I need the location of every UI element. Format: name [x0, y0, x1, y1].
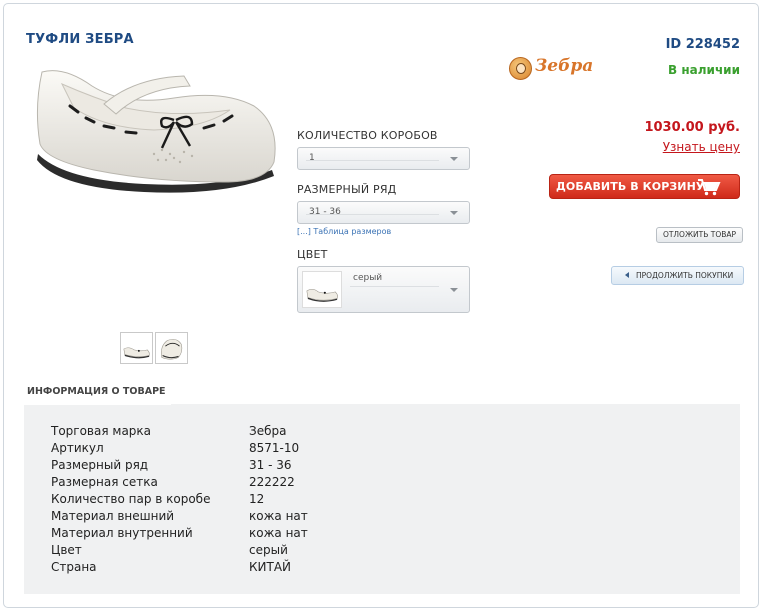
- info-row: Количество пар в коробе 12: [51, 490, 308, 507]
- defer-product-button[interactable]: ОТЛОЖИТЬ ТОВАР: [656, 227, 743, 243]
- product-info-table: Торговая марка Зебра Артикул 8571-10 Размерн…: [51, 422, 308, 575]
- continue-shopping-button[interactable]: ПРОДОЛЖИТЬ ПОКУПКИ: [611, 266, 744, 285]
- size-range-value: 31 - 36: [309, 207, 341, 217]
- availability-status: В наличии: [668, 63, 740, 77]
- boxes-label: КОЛИЧЕСТВО КОРОБОВ: [297, 129, 438, 142]
- chevron-down-icon: [450, 157, 458, 161]
- color-value: серый: [353, 273, 383, 283]
- tab-product-info[interactable]: ИНФОРМАЦИЯ О ТОВАРЕ: [24, 381, 171, 405]
- info-row-key: Материал внутренний: [51, 525, 193, 540]
- thumbnail-1[interactable]: [120, 332, 153, 364]
- left-triangle-icon: [625, 272, 629, 278]
- shoe-side-thumbnail-icon: [123, 347, 150, 359]
- ask-price-link[interactable]: Узнать цену: [663, 140, 740, 154]
- info-row-value: 12: [249, 491, 265, 506]
- info-row: Страна КИТАЙ: [51, 558, 308, 575]
- product-info-panel: Торговая марка Зебра Артикул 8571-10 Размерн…: [24, 404, 740, 594]
- info-row-value: 8571-10: [249, 440, 300, 455]
- info-row-key: Артикул: [51, 440, 104, 455]
- info-row: Цвет серый: [51, 541, 308, 558]
- info-row-value: Зебра: [249, 423, 287, 438]
- color-label: ЦВЕТ: [297, 248, 328, 261]
- info-row-value: кожа нат: [249, 525, 308, 540]
- brand-logo-text: Зебра: [535, 56, 594, 76]
- shoe-top-thumbnail-icon: [161, 338, 183, 360]
- info-row-key: Материал внешний: [51, 508, 175, 523]
- continue-shopping-label: ПРОДОЛЖИТЬ ПОКУПКИ: [636, 271, 734, 280]
- info-row-key: Размерная сетка: [51, 474, 158, 489]
- info-row: Материал внутренний кожа нат: [51, 524, 308, 541]
- product-price: 1030.00 руб.: [644, 120, 740, 135]
- color-select[interactable]: серый: [297, 266, 470, 313]
- add-to-cart-label: ДОБАВИТЬ В КОРЗИНУ: [556, 180, 705, 193]
- info-row-value: серый: [249, 542, 288, 557]
- shopping-cart-icon: [698, 179, 721, 196]
- info-row-key: Торговая марка: [51, 423, 152, 438]
- info-row-value: 31 - 36: [249, 457, 292, 472]
- product-main-image[interactable]: [34, 58, 284, 193]
- product-id: ID 228452: [665, 37, 740, 52]
- size-range-label: РАЗМЕРНЫЙ РЯД: [297, 183, 397, 196]
- info-row: Размерная сетка 222222: [51, 473, 308, 490]
- color-swatch-image: [302, 271, 342, 308]
- boxes-select[interactable]: 1: [297, 147, 470, 170]
- info-row-key: Количество пар в коробе: [51, 491, 211, 506]
- info-row-value: КИТАЙ: [249, 559, 292, 574]
- brand-logo[interactable]: Зебра: [509, 55, 593, 82]
- info-row-value: 222222: [249, 474, 295, 489]
- brand-mascot-icon: [509, 57, 532, 80]
- chevron-down-icon: [450, 211, 458, 215]
- chevron-down-icon: [450, 288, 458, 292]
- info-row: Артикул 8571-10: [51, 439, 308, 456]
- size-table-link[interactable]: [...] Таблица размеров: [297, 227, 391, 236]
- thumbnail-2[interactable]: [155, 332, 188, 364]
- info-row: Размерный ряд 31 - 36: [51, 456, 308, 473]
- boxes-value: 1: [309, 153, 315, 163]
- info-row-value: кожа нат: [249, 508, 308, 523]
- info-row-key: Цвет: [51, 542, 82, 557]
- add-to-cart-button[interactable]: ДОБАВИТЬ В КОРЗИНУ: [549, 174, 740, 199]
- size-range-select[interactable]: 31 - 36: [297, 201, 470, 224]
- product-title: ТУФЛИ ЗЕБРА: [26, 32, 134, 47]
- info-row: Торговая марка Зебра: [51, 422, 308, 439]
- info-row-key: Страна: [51, 559, 97, 574]
- info-row-key: Размерный ряд: [51, 457, 149, 472]
- info-row: Материал внешний кожа нат: [51, 507, 308, 524]
